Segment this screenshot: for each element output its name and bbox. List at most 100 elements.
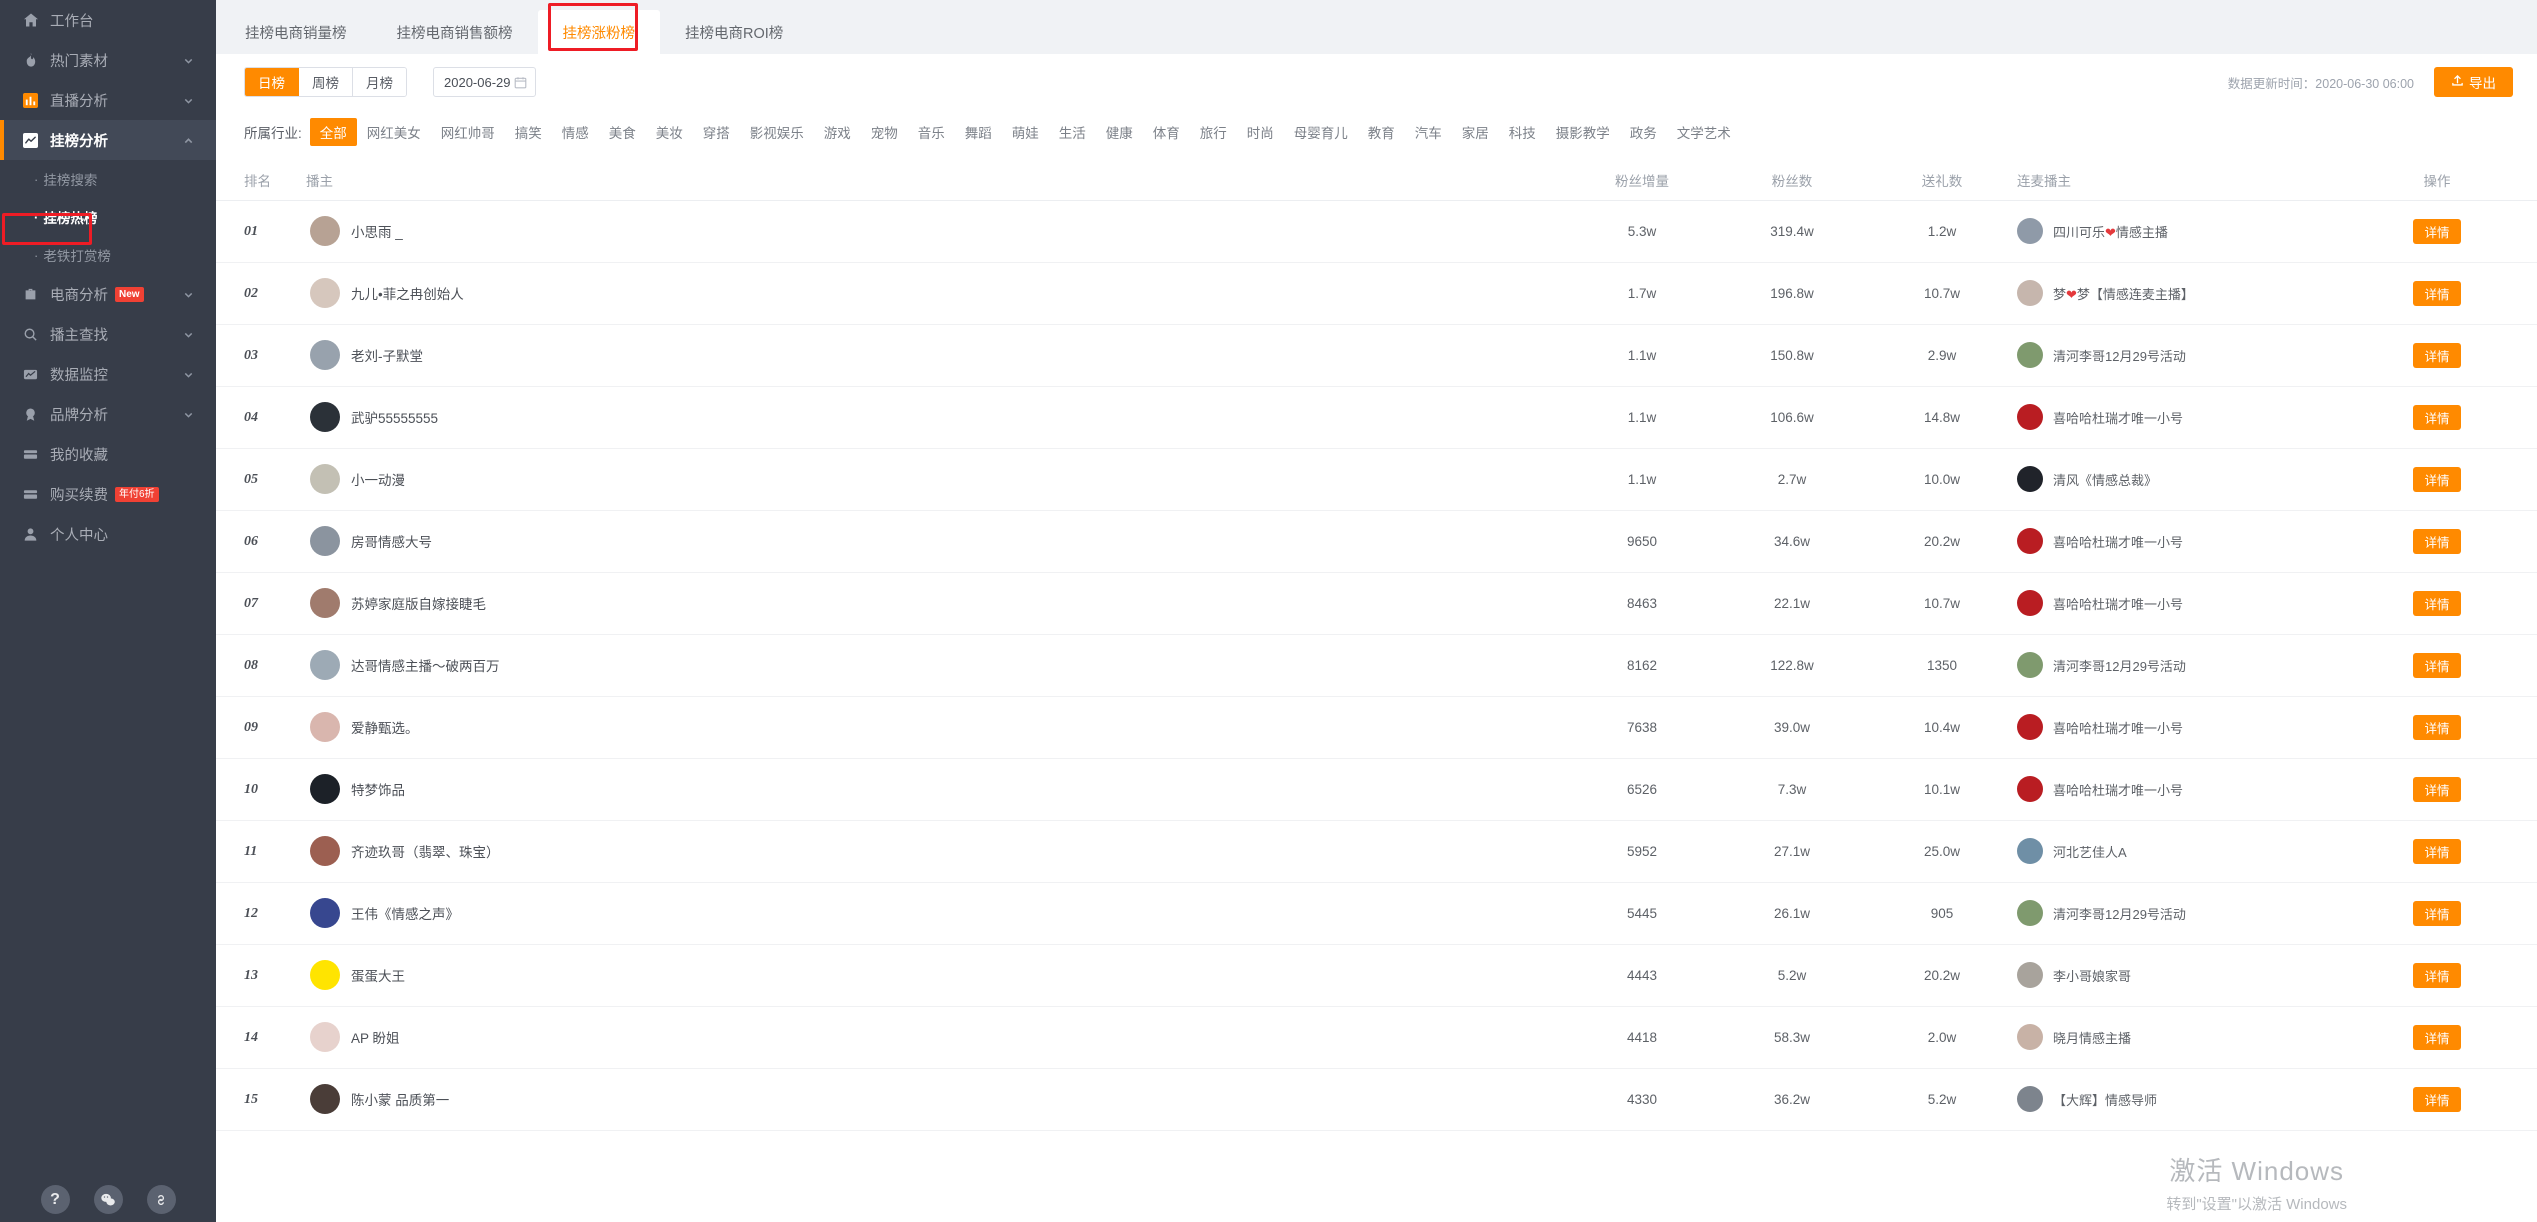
- industry-chip-25[interactable]: 政务: [1620, 118, 1667, 146]
- mate-cell[interactable]: 四川可乐❤情感主播: [2017, 218, 2337, 244]
- avatar[interactable]: [2017, 652, 2043, 678]
- date-picker[interactable]: 2020-06-29: [433, 67, 536, 97]
- detail-button[interactable]: 详情: [2413, 714, 2461, 740]
- sidebar-subitem-tip-rank[interactable]: · 老铁打赏榜: [0, 236, 216, 274]
- table-row[interactable]: 10 特梦饰品 6526 7.3w 10.1w 喜哈哈杜瑞才唯一小号 详情: [216, 758, 2537, 821]
- sidebar-subitem-rank-search[interactable]: · 挂榜搜索: [0, 160, 216, 198]
- detail-button[interactable]: 详情: [2413, 838, 2461, 864]
- host-cell[interactable]: AP 盼姐: [306, 1022, 1006, 1052]
- industry-chip-4[interactable]: 情感: [552, 118, 599, 146]
- host-cell[interactable]: 小一动漫: [306, 464, 1006, 494]
- avatar[interactable]: [310, 1022, 340, 1052]
- tab-ecommerce-sales-amount[interactable]: 挂榜电商销售额榜: [372, 10, 538, 54]
- sidebar-item-workbench[interactable]: 工作台: [0, 0, 216, 40]
- avatar[interactable]: [310, 898, 340, 928]
- avatar[interactable]: [2017, 776, 2043, 802]
- industry-chip-13[interactable]: 萌娃: [1002, 118, 1049, 146]
- avatar[interactable]: [2017, 280, 2043, 306]
- sidebar-item-user-center[interactable]: 个人中心: [0, 514, 216, 554]
- avatar[interactable]: [310, 402, 340, 432]
- tab-ecommerce-roi[interactable]: 挂榜电商ROI榜: [660, 10, 808, 54]
- wechat-icon[interactable]: [93, 1185, 123, 1214]
- mate-cell[interactable]: 清河李哥12月29号活动: [2017, 652, 2337, 678]
- avatar[interactable]: [310, 650, 340, 680]
- avatar[interactable]: [2017, 466, 2043, 492]
- link-icon[interactable]: [146, 1185, 176, 1214]
- mate-cell[interactable]: 喜哈哈杜瑞才唯一小号: [2017, 714, 2337, 740]
- mate-cell[interactable]: 清河李哥12月29号活动: [2017, 342, 2337, 368]
- avatar[interactable]: [310, 526, 340, 556]
- host-cell[interactable]: 苏婷家庭版自嫁接睫毛: [306, 588, 1006, 618]
- table-row[interactable]: 11 齐迹玖哥（翡翠、珠宝） 5952 27.1w 25.0w 河北艺佳人A 详情: [216, 820, 2537, 883]
- mate-cell[interactable]: 李小哥娘家哥: [2017, 962, 2337, 988]
- industry-chip-5[interactable]: 美食: [599, 118, 646, 146]
- avatar[interactable]: [310, 464, 340, 494]
- mate-cell[interactable]: 喜哈哈杜瑞才唯一小号: [2017, 590, 2337, 616]
- detail-button[interactable]: 详情: [2413, 404, 2461, 430]
- host-cell[interactable]: 房哥情感大号: [306, 526, 1006, 556]
- avatar[interactable]: [310, 712, 340, 742]
- sidebar-item-brand-analysis[interactable]: 品牌分析: [0, 394, 216, 434]
- industry-chip-22[interactable]: 家居: [1452, 118, 1499, 146]
- sidebar-item-purchase-renew[interactable]: 购买续费 年付6折: [0, 474, 216, 514]
- mate-cell[interactable]: 梦❤梦【情感连麦主播】: [2017, 280, 2337, 306]
- mate-cell[interactable]: 晓月情感主播: [2017, 1024, 2337, 1050]
- host-cell[interactable]: 王伟《情感之声》: [306, 898, 1006, 928]
- avatar[interactable]: [310, 1084, 340, 1114]
- table-row[interactable]: 03 老刘-子默堂 1.1w 150.8w 2.9w 清河李哥12月29号活动 详情: [216, 324, 2537, 387]
- avatar[interactable]: [310, 588, 340, 618]
- industry-chip-9[interactable]: 游戏: [814, 118, 861, 146]
- industry-chip-19[interactable]: 母婴育儿: [1284, 118, 1358, 146]
- table-row[interactable]: 01 小思雨 _ 5.3w 319.4w 1.2w 四川可乐❤情感主播 详情: [216, 200, 2537, 263]
- host-cell[interactable]: 达哥情感主播～破两百万: [306, 650, 1006, 680]
- host-cell[interactable]: 蛋蛋大王: [306, 960, 1006, 990]
- industry-chip-8[interactable]: 影视娱乐: [740, 118, 814, 146]
- avatar[interactable]: [310, 216, 340, 246]
- host-cell[interactable]: 陈小蒙 品质第一: [306, 1084, 1006, 1114]
- detail-button[interactable]: 详情: [2413, 590, 2461, 616]
- avatar[interactable]: [2017, 1024, 2043, 1050]
- host-cell[interactable]: 老刘-子默堂: [306, 340, 1006, 370]
- period-option-weekly[interactable]: 周榜: [299, 68, 353, 96]
- help-icon[interactable]: ?: [40, 1185, 70, 1214]
- table-row[interactable]: 09 爱静甄选。 7638 39.0w 10.4w 喜哈哈杜瑞才唯一小号 详情: [216, 696, 2537, 759]
- detail-button[interactable]: 详情: [2413, 776, 2461, 802]
- table-row[interactable]: 06 房哥情感大号 9650 34.6w 20.2w 喜哈哈杜瑞才唯一小号 详情: [216, 510, 2537, 573]
- industry-chip-21[interactable]: 汽车: [1405, 118, 1452, 146]
- host-cell[interactable]: 特梦饰品: [306, 774, 1006, 804]
- industry-chip-12[interactable]: 舞蹈: [955, 118, 1002, 146]
- industry-chip-16[interactable]: 体育: [1143, 118, 1190, 146]
- table-row[interactable]: 13 蛋蛋大王 4443 5.2w 20.2w 李小哥娘家哥 详情: [216, 944, 2537, 1007]
- mate-cell[interactable]: 河北艺佳人A: [2017, 838, 2337, 864]
- detail-button[interactable]: 详情: [2413, 466, 2461, 492]
- sidebar-item-hot-materials[interactable]: 热门素材: [0, 40, 216, 80]
- mate-cell[interactable]: 喜哈哈杜瑞才唯一小号: [2017, 404, 2337, 430]
- industry-chip-1[interactable]: 网红美女: [357, 118, 431, 146]
- period-option-monthly[interactable]: 月榜: [353, 68, 406, 96]
- host-cell[interactable]: 九儿•菲之冉创始人: [306, 278, 1006, 308]
- detail-button[interactable]: 详情: [2413, 342, 2461, 368]
- detail-button[interactable]: 详情: [2413, 218, 2461, 244]
- avatar[interactable]: [2017, 218, 2043, 244]
- period-option-daily[interactable]: 日榜: [245, 68, 299, 96]
- detail-button[interactable]: 详情: [2413, 1024, 2461, 1050]
- tab-ecommerce-sales-volume[interactable]: 挂榜电商销量榜: [220, 10, 372, 54]
- table-row[interactable]: 05 小一动漫 1.1w 2.7w 10.0w 清风《情感总裁》 详情: [216, 448, 2537, 511]
- industry-chip-10[interactable]: 宠物: [861, 118, 908, 146]
- export-button[interactable]: 导出: [2434, 67, 2513, 97]
- detail-button[interactable]: 详情: [2413, 900, 2461, 926]
- table-row[interactable]: 15 陈小蒙 品质第一 4330 36.2w 5.2w 【大辉】情感导师 详情: [216, 1068, 2537, 1131]
- sidebar-item-data-monitor[interactable]: 数据监控: [0, 354, 216, 394]
- avatar[interactable]: [2017, 404, 2043, 430]
- table-row[interactable]: 02 九儿•菲之冉创始人 1.7w 196.8w 10.7w 梦❤梦【情感连麦主播】 详情: [216, 262, 2537, 325]
- sidebar-subitem-rank-hotlist[interactable]: · 挂榜热榜: [0, 198, 216, 236]
- avatar[interactable]: [2017, 714, 2043, 740]
- avatar[interactable]: [310, 774, 340, 804]
- industry-chip-24[interactable]: 摄影教学: [1546, 118, 1620, 146]
- avatar[interactable]: [2017, 528, 2043, 554]
- industry-chip-15[interactable]: 健康: [1096, 118, 1143, 146]
- avatar[interactable]: [2017, 590, 2043, 616]
- sidebar-item-rank-analysis[interactable]: 挂榜分析: [0, 120, 216, 160]
- avatar[interactable]: [2017, 838, 2043, 864]
- industry-chip-17[interactable]: 旅行: [1190, 118, 1237, 146]
